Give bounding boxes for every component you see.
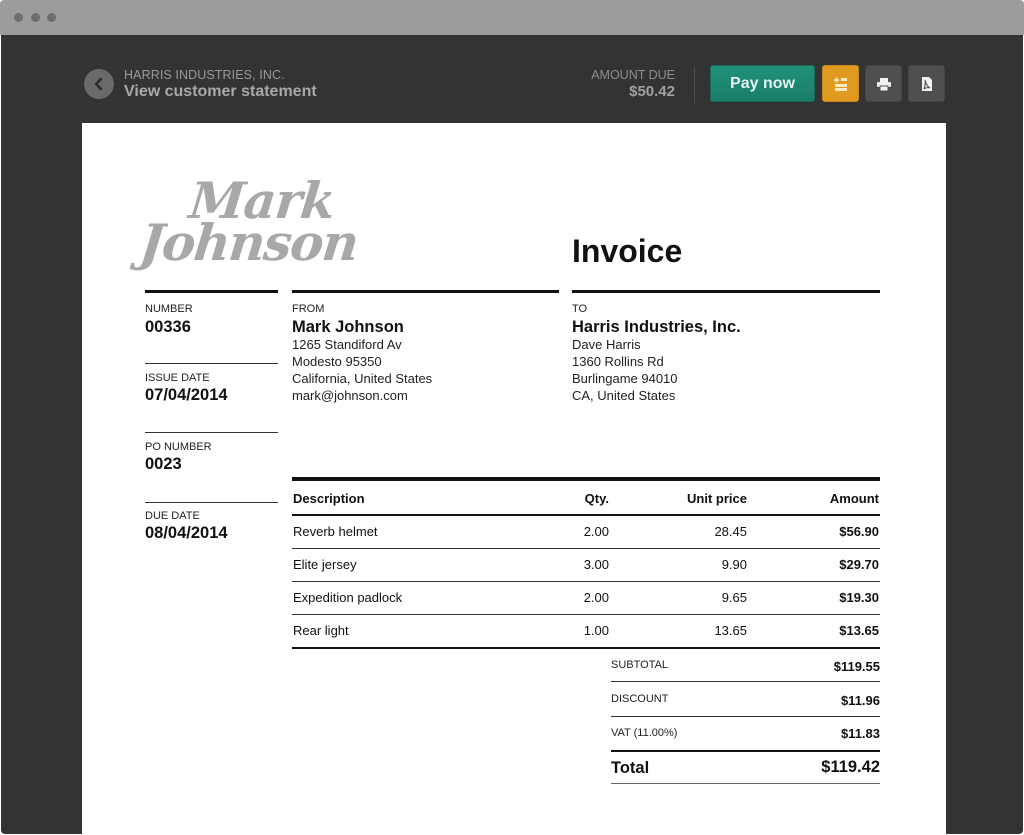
from-address-line: 1265 Standiford Av (292, 337, 402, 352)
to-address-line: Dave Harris (572, 337, 641, 352)
from-email[interactable]: mark@johnson.com (292, 388, 408, 403)
window-maximize-button[interactable] (47, 13, 56, 22)
number-label: NUMBER (145, 303, 193, 315)
row-divider (292, 614, 880, 615)
due-date-label: DUE DATE (145, 510, 200, 522)
table-bottom-rule (292, 647, 880, 649)
row-qty: 3.00 (583, 557, 609, 572)
po-number-value: 0023 (145, 455, 182, 473)
add-list-icon (834, 77, 847, 91)
row-qty: 2.00 (583, 590, 609, 605)
invoice-title: Invoice (572, 233, 683, 269)
meta-top-rule (145, 290, 278, 293)
meta-divider (145, 502, 278, 503)
discount-label: DISCOUNT (611, 693, 669, 705)
printer-icon (877, 78, 891, 92)
table-top-rule (292, 477, 880, 481)
row-unit-price: 13.65 (714, 623, 747, 638)
row-description: Expedition padlock (293, 590, 403, 605)
header-amount: Amount (829, 491, 879, 506)
row-unit-price: 9.65 (721, 590, 747, 605)
from-top-rule (292, 290, 559, 293)
from-address-line: Modesto 95350 (292, 354, 382, 369)
header-description: Description (293, 491, 365, 506)
vat-label: VAT (11.00%) (611, 727, 678, 739)
pdf-icon (922, 77, 932, 91)
row-amount: $29.70 (839, 557, 879, 572)
discount-value: $11.96 (840, 693, 880, 708)
from-address-line: California, United States (292, 371, 433, 386)
row-divider (292, 581, 880, 582)
to-address-line: 1360 Rollins Rd (572, 354, 664, 369)
meta-divider (145, 432, 278, 433)
header-rule (292, 514, 880, 516)
vat-value: $11.83 (840, 726, 880, 741)
subtotal-value: $119.55 (833, 659, 880, 674)
row-amount: $13.65 (839, 623, 879, 638)
due-date-value: 08/04/2014 (145, 524, 228, 542)
row-amount: $19.30 (839, 590, 879, 605)
row-qty: 2.00 (583, 524, 609, 539)
issue-date-value: 07/04/2014 (145, 386, 228, 404)
app-container: HARRIS INDUSTRIES, INC. View customer st… (1, 35, 1023, 834)
from-name: Mark Johnson (292, 318, 404, 336)
logo-line-2: Johnson (137, 213, 361, 272)
total-bottom-rule (611, 783, 880, 784)
issue-date-label: ISSUE DATE (145, 372, 210, 384)
to-address-line: Burlingame 94010 (572, 371, 678, 386)
view-customer-statement-link[interactable]: View customer statement (124, 83, 317, 101)
row-description: Rear light (293, 623, 349, 638)
pay-now-button[interactable]: Pay now (710, 65, 815, 102)
row-qty: 1.00 (583, 623, 609, 638)
row-divider (292, 548, 880, 549)
to-top-rule (572, 290, 880, 293)
number-value: 00336 (145, 318, 191, 336)
summary-divider (611, 716, 880, 717)
amount-due-label: AMOUNT DUE (591, 68, 675, 82)
invoice-document: Mark Johnson Invoice NUMBER 00336 ISSUE … (82, 123, 946, 834)
total-value: $119.42 (821, 758, 880, 776)
row-amount: $56.90 (839, 524, 879, 539)
summary-divider (611, 681, 880, 682)
meta-divider (145, 363, 278, 364)
header-unit-price: Unit price (687, 491, 747, 506)
window-close-button[interactable] (14, 13, 23, 22)
total-label: Total (611, 759, 650, 777)
from-label: FROM (292, 303, 325, 315)
subtotal-label: SUBTOTAL (611, 659, 669, 671)
total-top-rule (611, 750, 880, 752)
window-minimize-button[interactable] (31, 13, 40, 22)
row-unit-price: 28.45 (714, 524, 747, 539)
back-button[interactable] (84, 69, 114, 99)
print-button[interactable] (865, 65, 902, 102)
row-unit-price: 9.90 (721, 557, 747, 572)
row-description: Reverb helmet (293, 524, 378, 539)
header-qty: Qty. (584, 491, 609, 506)
row-description: Elite jersey (293, 557, 357, 572)
po-number-label: PO NUMBER (145, 441, 212, 453)
pdf-download-button[interactable] (908, 65, 945, 102)
chevron-left-icon (94, 77, 103, 91)
header-divider (694, 67, 695, 103)
to-address-line: CA, United States (572, 388, 676, 403)
to-label: TO (572, 303, 588, 315)
window-titlebar (0, 0, 1024, 35)
add-to-list-button[interactable] (822, 65, 859, 102)
to-name: Harris Industries, Inc. (572, 318, 741, 336)
company-logo: Mark Johnson (136, 171, 363, 281)
amount-due-value: $50.42 (629, 83, 675, 100)
header-company-name: HARRIS INDUSTRIES, INC. (124, 68, 285, 82)
